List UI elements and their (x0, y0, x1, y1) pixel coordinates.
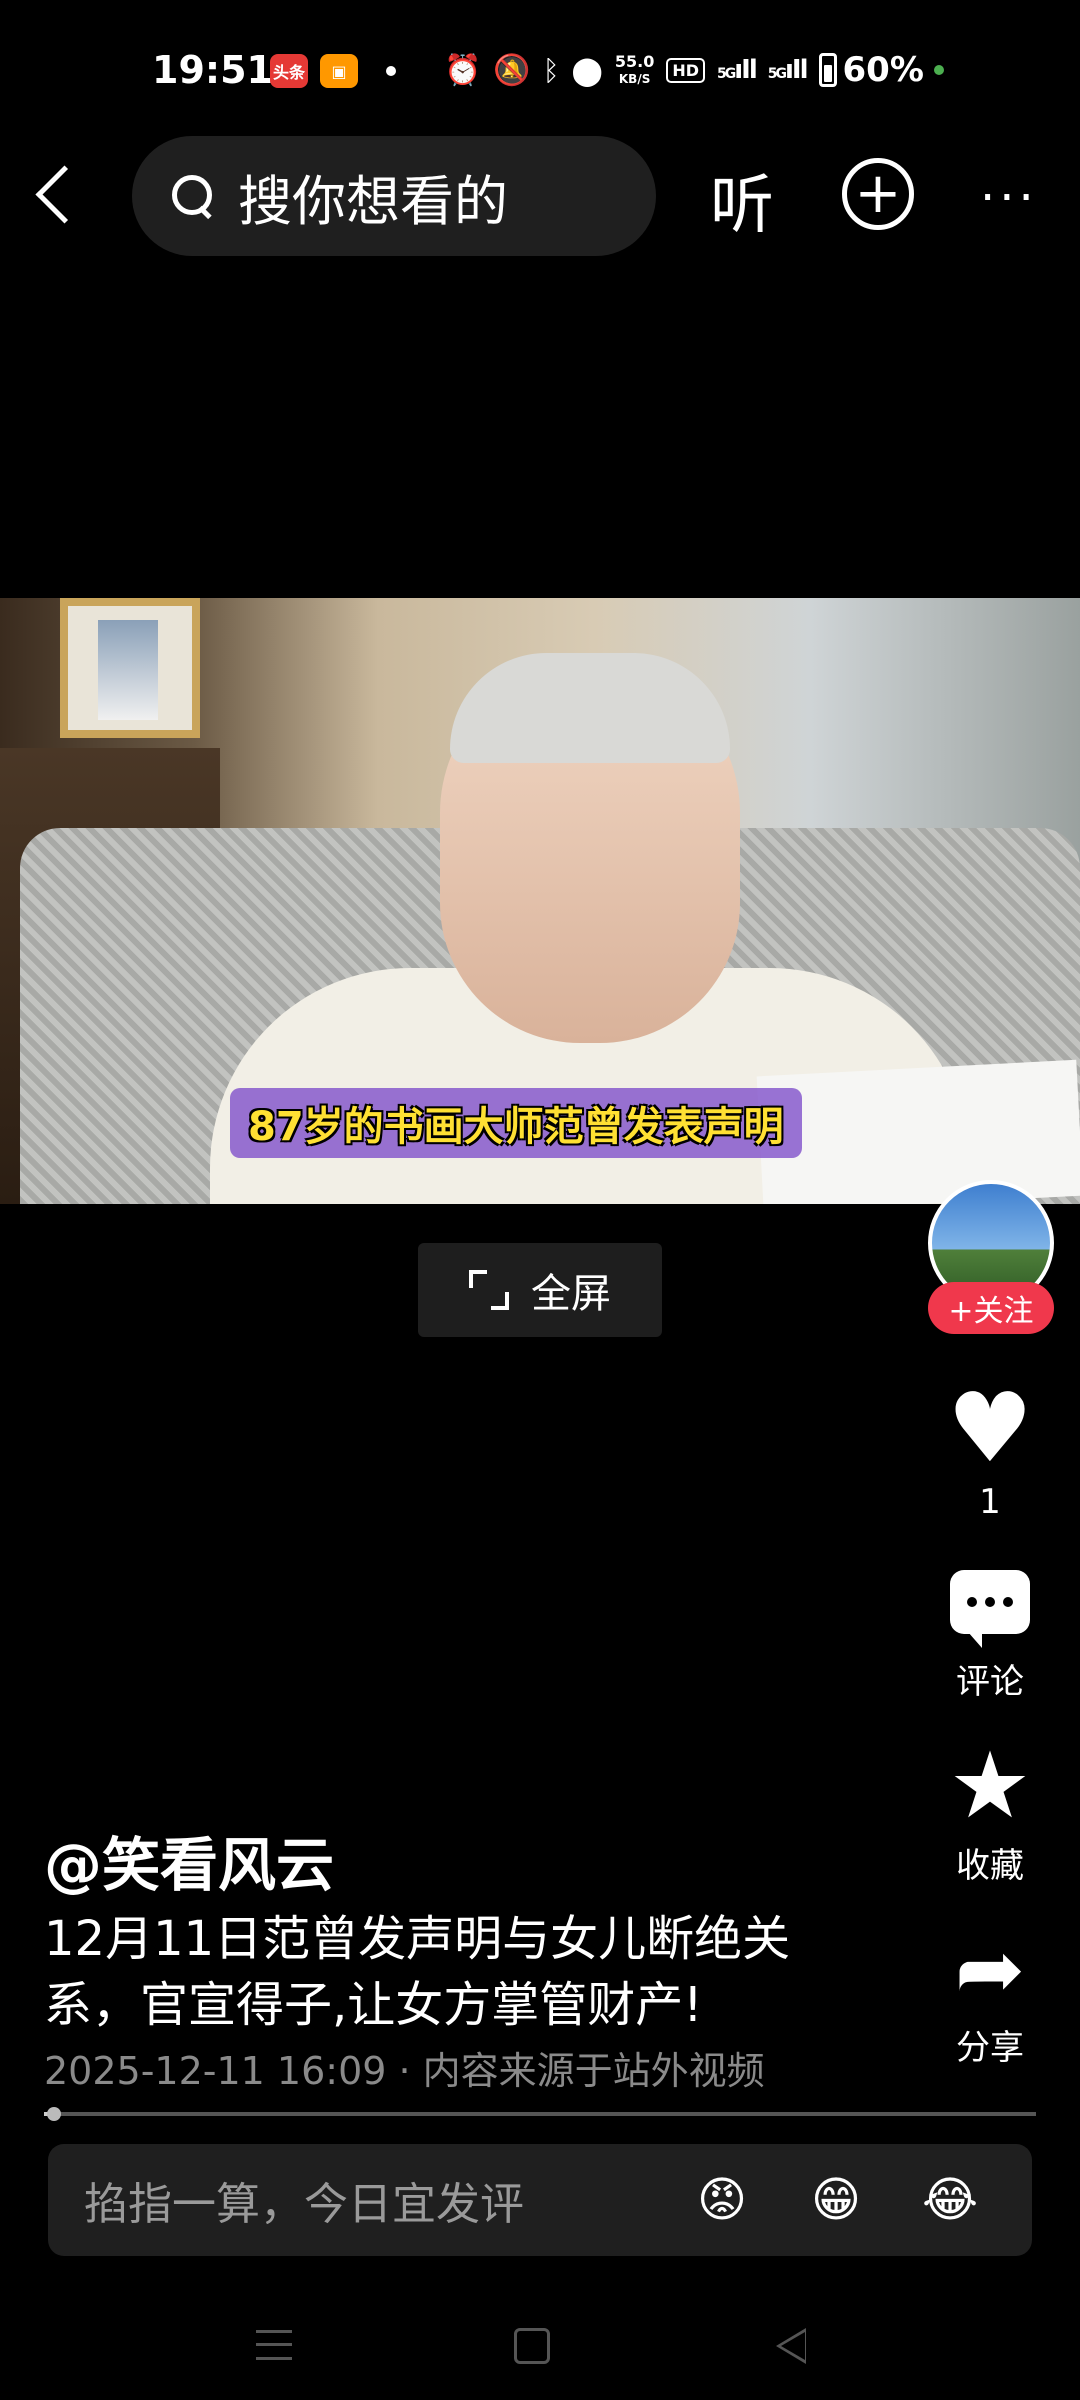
comment-label: 评论 (956, 1662, 1024, 1702)
privacy-indicator-dot (933, 65, 944, 75)
status-icons: ⏰ 🔕 ᛒ ⬤ 55.0 KB/S HD 5GıIl 5GıIl 60% (444, 50, 944, 90)
hd-voice-icon: HD (666, 57, 706, 83)
signal-icon-2: 5GıIl (767, 55, 809, 85)
video-player[interactable]: 87岁的书画大师范曾发表声明 (0, 598, 1080, 1204)
mute-icon: 🔕 (493, 52, 531, 88)
share-label: 分享 (956, 2028, 1024, 2068)
alarm-icon: ⏰ (444, 52, 482, 88)
search-placeholder: 搜你想看的 (238, 169, 508, 233)
net-speed-unit: KB/S (618, 71, 651, 86)
search-input[interactable]: 搜你想看的 (132, 136, 656, 256)
angry-emoji-icon[interactable]: 😡 (690, 2168, 754, 2232)
net-speed-value: 55.0 (614, 51, 655, 71)
progress-knob[interactable] (46, 2107, 61, 2121)
back-button[interactable] (30, 160, 80, 230)
comment-input[interactable]: 掐指一算，今日宜发评 😡 😁 😂 (48, 2144, 1032, 2256)
recents-icon[interactable] (256, 2330, 292, 2360)
home-icon[interactable] (514, 2328, 550, 2364)
signal-1-label: 5G (717, 66, 736, 82)
comment-icon (950, 1570, 1030, 1648)
listen-button[interactable]: 听 (710, 154, 774, 246)
battery-percent: 60% (842, 50, 924, 90)
share-button[interactable]: ➦ 分享 (930, 1924, 1050, 2069)
favorite-label: 收藏 (956, 1846, 1024, 1886)
follow-button[interactable]: +关注 (928, 1282, 1054, 1334)
video-document (756, 1059, 1080, 1204)
status-time: 19:51 (152, 48, 273, 92)
video-subtitle: 87岁的书画大师范曾发表声明 (230, 1088, 802, 1158)
laugh-cry-emoji-icon[interactable]: 😂 (918, 2168, 982, 2232)
fullscreen-label: 全屏 (531, 1271, 611, 1317)
heart-icon: ♥ (946, 1372, 1034, 1484)
battery: 60% (818, 50, 944, 90)
location-icon: ⬤ (571, 53, 603, 87)
status-bar: 19:51 头条 ▣ ⏰ 🔕 ᛒ ⬤ 55.0 KB/S HD 5GıIl 5G… (0, 0, 1080, 130)
app-notification-icon: ▣ (320, 54, 358, 88)
battery-icon (818, 53, 837, 87)
comment-placeholder: 掐指一算，今日宜发评 (84, 2179, 524, 2230)
system-nav-bar (0, 2290, 1080, 2400)
comment-button[interactable]: 评论 (930, 1570, 1050, 1703)
like-button[interactable]: ♥ 1 (930, 1380, 1050, 1522)
favorite-button[interactable]: ★ 收藏 (930, 1740, 1050, 1887)
net-speed: 55.0 KB/S (614, 51, 655, 87)
author-name[interactable]: @笑看风云 (44, 1818, 334, 1902)
star-icon: ★ (948, 1732, 1032, 1839)
nav-back-icon[interactable] (776, 2328, 806, 2364)
like-count: 1 (979, 1482, 1001, 1522)
video-caption: 12月11日范曾发声明与女儿断绝关系，官宣得子,让女方掌管财产! (44, 1911, 791, 2033)
add-icon[interactable]: + (842, 158, 914, 230)
more-icon[interactable]: ··· (980, 170, 1038, 226)
more-notifications-dot (386, 66, 396, 76)
share-icon: ➦ (954, 1920, 1026, 2018)
search-icon (172, 175, 214, 217)
toutiao-notification-icon: 头条 (270, 54, 308, 88)
signal-icon-1: 5GıIl (717, 55, 758, 85)
post-meta: 2025-12-11 16:09 · 内容来源于站外视频 (44, 2049, 765, 2093)
video-person-hair (450, 653, 730, 763)
expand-icon (469, 1270, 509, 1310)
bluetooth-icon: ᛒ (542, 53, 560, 87)
signal-2-label: 5G (767, 66, 787, 82)
grin-emoji-icon[interactable]: 😁 (804, 2168, 868, 2232)
progress-bar[interactable] (44, 2107, 1036, 2121)
video-bg-photo-frame (60, 598, 200, 738)
fullscreen-button[interactable]: 全屏 (418, 1243, 662, 1337)
